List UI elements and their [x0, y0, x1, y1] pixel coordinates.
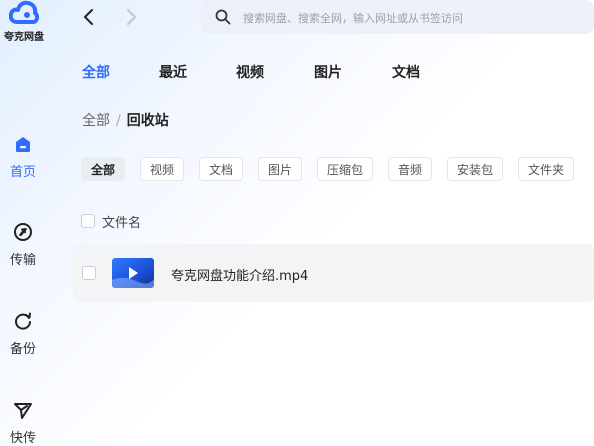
- quick-send-icon: [14, 403, 32, 419]
- sidebar-item-backup[interactable]: 备份: [0, 310, 46, 357]
- home-icon: [16, 137, 30, 152]
- file-name: 夸克网盘功能介绍.mp4: [171, 269, 309, 284]
- select-all-checkbox[interactable]: [81, 214, 95, 228]
- filter-chip-audio[interactable]: 音频: [388, 157, 433, 181]
- tab-image[interactable]: 图片: [314, 62, 342, 82]
- filter-chip-folder[interactable]: 文件夹: [518, 157, 575, 181]
- tab-video[interactable]: 视频: [236, 62, 264, 82]
- search-bar[interactable]: [201, 0, 594, 34]
- filter-chip-video[interactable]: 视频: [140, 157, 185, 181]
- filter-chip-installer[interactable]: 安装包: [447, 157, 504, 181]
- sidebar-item-label: 首页: [9, 165, 36, 180]
- table-row[interactable]: 夸克网盘功能介绍.mp4: [73, 244, 594, 302]
- breadcrumb-root[interactable]: 全部: [82, 113, 110, 129]
- backup-icon: [15, 312, 31, 330]
- quark-cloud-logo-icon: [9, 0, 39, 24]
- sidebar-item-quick-send[interactable]: 快传: [0, 399, 46, 446]
- filter-chip-all[interactable]: 全部: [81, 157, 126, 181]
- search-input[interactable]: [241, 5, 585, 31]
- sidebar-item-label: 传输: [9, 253, 36, 268]
- sidebar-item-home[interactable]: 首页: [0, 133, 46, 180]
- filter-chip-document[interactable]: 文档: [199, 157, 244, 181]
- breadcrumb-separator: /: [116, 113, 121, 129]
- sidebar-item-label: 备份: [9, 342, 36, 357]
- filter-chip-image[interactable]: 图片: [258, 157, 303, 181]
- app-name: 夸克网盘: [4, 32, 44, 43]
- sidebar-item-label: 快传: [9, 431, 36, 446]
- video-thumbnail-icon: [112, 258, 154, 288]
- breadcrumb-current: 回收站: [126, 113, 169, 129]
- sidebar: 夸克网盘 首页 传输 备份 快传: [0, 0, 56, 446]
- search-icon: [215, 9, 231, 25]
- tab-all[interactable]: 全部: [82, 62, 110, 82]
- chevron-right-icon[interactable]: [120, 6, 142, 28]
- transfer-icon: [14, 223, 32, 241]
- tab-recent[interactable]: 最近: [159, 62, 187, 82]
- column-header-name[interactable]: 文件名: [102, 212, 141, 231]
- row-checkbox[interactable]: [82, 266, 96, 280]
- sidebar-item-transfer[interactable]: 传输: [0, 221, 46, 268]
- chevron-left-icon[interactable]: [78, 6, 100, 28]
- app-logo[interactable]: 夸克网盘: [0, 0, 48, 46]
- app-window: 夸克网盘 首页 传输 备份 快传 搜索网盘、搜索全网，输入网址或从书签访问 全部…: [0, 0, 594, 446]
- tab-document[interactable]: 文档: [392, 62, 420, 82]
- filter-chip-archive[interactable]: 压缩包: [317, 157, 374, 181]
- breadcrumb: 全部 / 回收站: [82, 110, 169, 130]
